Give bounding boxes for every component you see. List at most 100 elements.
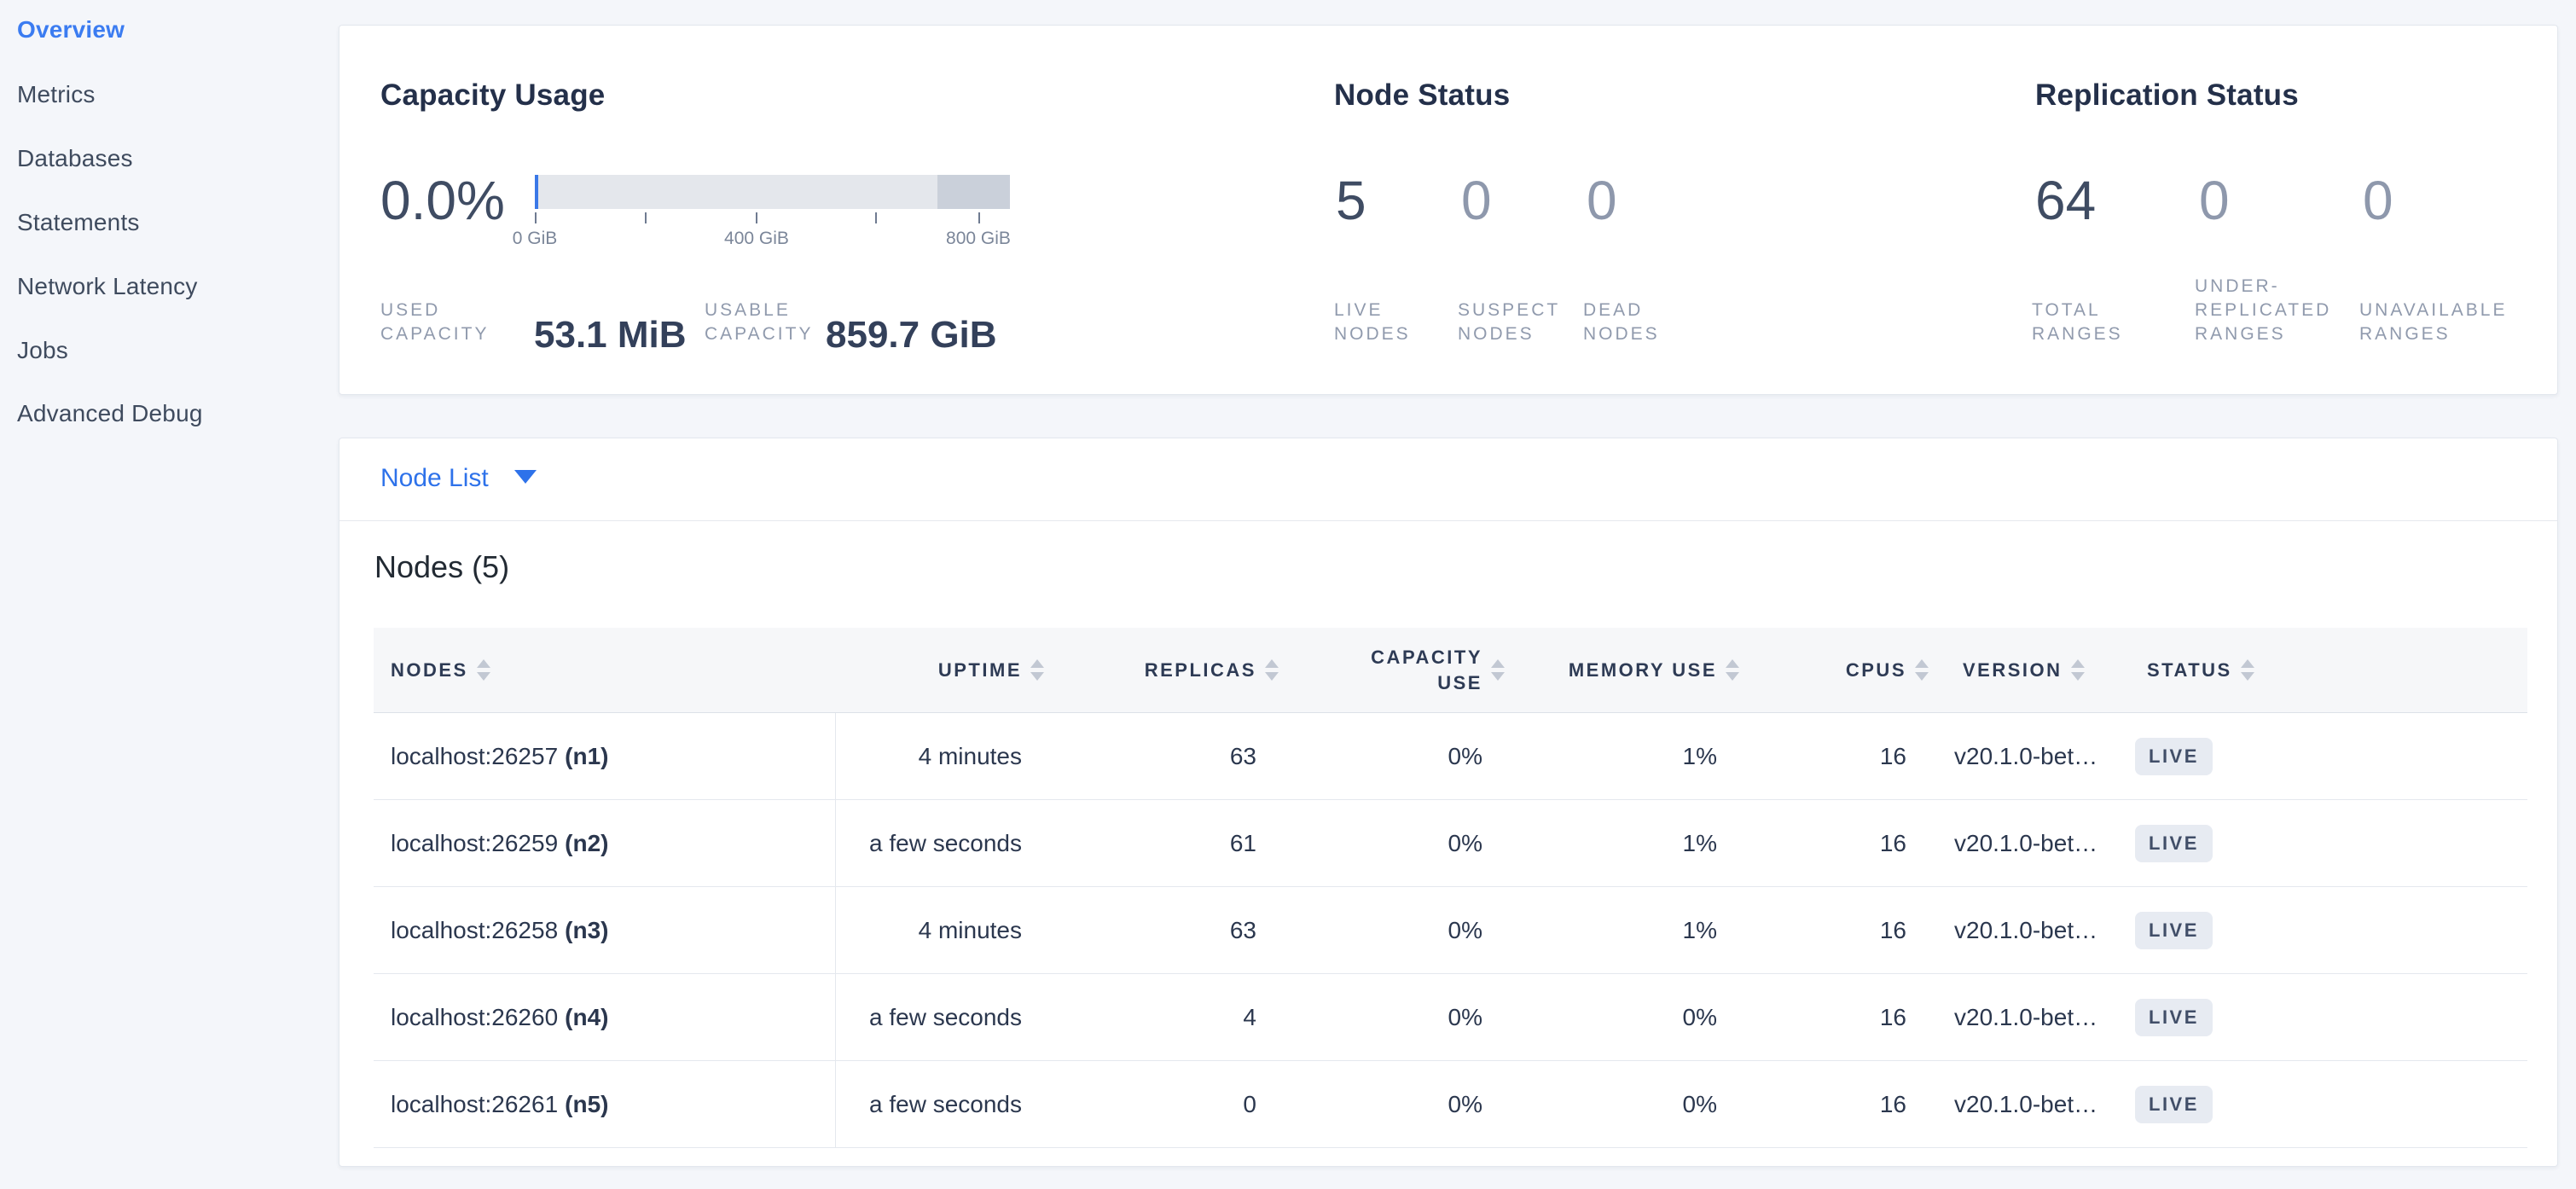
capacity-bar [535, 175, 1010, 209]
table-row[interactable]: localhost:26261(n5) a few seconds 0 0% 0… [374, 1061, 2527, 1148]
version-cell: v20.1.0-bet… [1939, 830, 2125, 857]
under-replicated-ranges-count: 0 [2199, 169, 2230, 232]
sort-icon [2241, 659, 2254, 681]
usable-capacity-value: 859.7 GiB [826, 314, 997, 357]
cpus-cell: 16 [1749, 743, 1939, 770]
sidebar-item-advanced-debug[interactable]: Advanced Debug [17, 399, 203, 428]
replicas-cell: 61 [1054, 830, 1289, 857]
capacity-bar-used-marker [535, 175, 538, 209]
capacity-percent: 0.0% [380, 169, 505, 232]
usable-capacity-label: USABLE CAPACITY [705, 299, 813, 346]
chevron-down-icon [514, 470, 537, 484]
cpus-cell: 16 [1749, 1091, 1939, 1118]
capacity-use-cell: 0% [1289, 1004, 1515, 1031]
status-cell: LIVE [2125, 738, 2527, 775]
node-address-cell[interactable]: localhost:26260(n4) [374, 974, 836, 1060]
version-cell: v20.1.0-bet… [1939, 917, 2125, 944]
nodes-table-header: NODES UPTIME REPLICAS CAPACITY USE MEMOR… [374, 628, 2527, 713]
sidebar-item-jobs[interactable]: Jobs [17, 336, 68, 365]
memory-use-cell: 1% [1515, 830, 1749, 857]
replicas-cell: 4 [1054, 1004, 1289, 1031]
node-address-cell[interactable]: localhost:26259(n2) [374, 800, 836, 886]
live-nodes-label: LIVE NODES [1334, 299, 1411, 346]
status-badge: LIVE [2135, 912, 2213, 949]
status-badge: LIVE [2135, 999, 2213, 1036]
node-list-dropdown[interactable]: Node List [380, 464, 537, 493]
column-header-version[interactable]: VERSION [1939, 659, 2125, 682]
table-row[interactable]: localhost:26257(n1) 4 minutes 63 0% 1% 1… [374, 713, 2527, 800]
replication-status-title: Replication Status [2035, 78, 2299, 113]
uptime-cell: 4 minutes [836, 917, 1054, 944]
dead-nodes-count: 0 [1587, 169, 1617, 232]
suspect-nodes-label: SUSPECT NODES [1458, 299, 1560, 346]
sidebar-item-metrics[interactable]: Metrics [17, 80, 96, 109]
node-status-title: Node Status [1334, 78, 1510, 113]
table-row[interactable]: localhost:26260(n4) a few seconds 4 0% 0… [374, 974, 2527, 1061]
cluster-summary-card: Capacity Usage 0.0% 0 GiB 400 GiB 800 Gi… [339, 25, 2558, 395]
sidebar: Overview Metrics Databases Statements Ne… [0, 0, 337, 1189]
used-capacity-label: USED CAPACITY [380, 299, 489, 346]
sort-icon [1265, 659, 1279, 681]
under-replicated-ranges-label: UNDER- REPLICATED RANGES [2195, 275, 2331, 346]
column-header-capacity-use[interactable]: CAPACITY USE [1289, 645, 1515, 696]
column-header-replicas[interactable]: REPLICAS [1054, 659, 1289, 682]
nodes-count-heading: Nodes (5) [374, 549, 509, 585]
uptime-cell: 4 minutes [836, 743, 1054, 770]
node-list-card: Node List Nodes (5) NODES UPTIME REPLICA… [339, 438, 2558, 1167]
axis-label-0gib: 0 GiB [484, 229, 586, 249]
column-header-cpus[interactable]: CPUS [1749, 659, 1939, 682]
uptime-cell: a few seconds [836, 1091, 1054, 1118]
sort-icon [1915, 659, 1929, 681]
status-badge: LIVE [2135, 1086, 2213, 1123]
node-list-header-bar: Node List [339, 438, 2557, 521]
axis-label-800gib: 800 GiB [927, 229, 1030, 249]
cpus-cell: 16 [1749, 830, 1939, 857]
table-row[interactable]: localhost:26259(n2) a few seconds 61 0% … [374, 800, 2527, 887]
uptime-cell: a few seconds [836, 830, 1054, 857]
table-row[interactable]: localhost:26258(n3) 4 minutes 63 0% 1% 1… [374, 887, 2527, 974]
axis-tick [756, 212, 757, 223]
sidebar-item-databases[interactable]: Databases [17, 144, 133, 173]
status-badge: LIVE [2135, 738, 2213, 775]
status-cell: LIVE [2125, 1086, 2527, 1123]
total-ranges-label: TOTAL RANGES [2032, 299, 2123, 346]
column-header-nodes[interactable]: NODES [374, 659, 836, 682]
memory-use-cell: 1% [1515, 743, 1749, 770]
sidebar-item-overview[interactable]: Overview [17, 15, 125, 44]
sort-icon [1030, 659, 1044, 681]
live-nodes-count: 5 [1336, 169, 1366, 232]
status-badge: LIVE [2135, 825, 2213, 862]
node-address-cell[interactable]: localhost:26258(n3) [374, 887, 836, 973]
sort-icon [1491, 659, 1505, 681]
axis-label-400gib: 400 GiB [705, 229, 808, 249]
column-header-memory-use[interactable]: MEMORY USE [1515, 659, 1749, 682]
capacity-use-cell: 0% [1289, 830, 1515, 857]
sidebar-item-statements[interactable]: Statements [17, 208, 140, 237]
sort-icon [1726, 659, 1739, 681]
capacity-usage-title: Capacity Usage [380, 78, 605, 113]
cpus-cell: 16 [1749, 1004, 1939, 1031]
capacity-use-cell: 0% [1289, 1091, 1515, 1118]
axis-tick [535, 212, 537, 223]
column-header-uptime[interactable]: UPTIME [836, 659, 1054, 682]
node-address-cell[interactable]: localhost:26261(n5) [374, 1061, 836, 1147]
node-address-cell[interactable]: localhost:26257(n1) [374, 713, 836, 799]
capacity-use-cell: 0% [1289, 917, 1515, 944]
column-header-status[interactable]: STATUS [2125, 659, 2527, 682]
memory-use-cell: 0% [1515, 1091, 1749, 1118]
unavailable-ranges-label: UNAVAILABLE RANGES [2359, 299, 2507, 346]
capacity-use-cell: 0% [1289, 743, 1515, 770]
used-capacity-value: 53.1 MiB [534, 314, 687, 357]
cpus-cell: 16 [1749, 917, 1939, 944]
uptime-cell: a few seconds [836, 1004, 1054, 1031]
suspect-nodes-count: 0 [1461, 169, 1492, 232]
axis-tick [875, 212, 877, 223]
total-ranges-count: 64 [2035, 169, 2096, 232]
version-cell: v20.1.0-bet… [1939, 743, 2125, 770]
axis-tick [978, 212, 980, 223]
node-list-dropdown-label: Node List [380, 464, 489, 492]
sidebar-item-network-latency[interactable]: Network Latency [17, 272, 198, 301]
status-cell: LIVE [2125, 912, 2527, 949]
sort-icon [477, 659, 490, 681]
sort-icon [2071, 659, 2085, 681]
